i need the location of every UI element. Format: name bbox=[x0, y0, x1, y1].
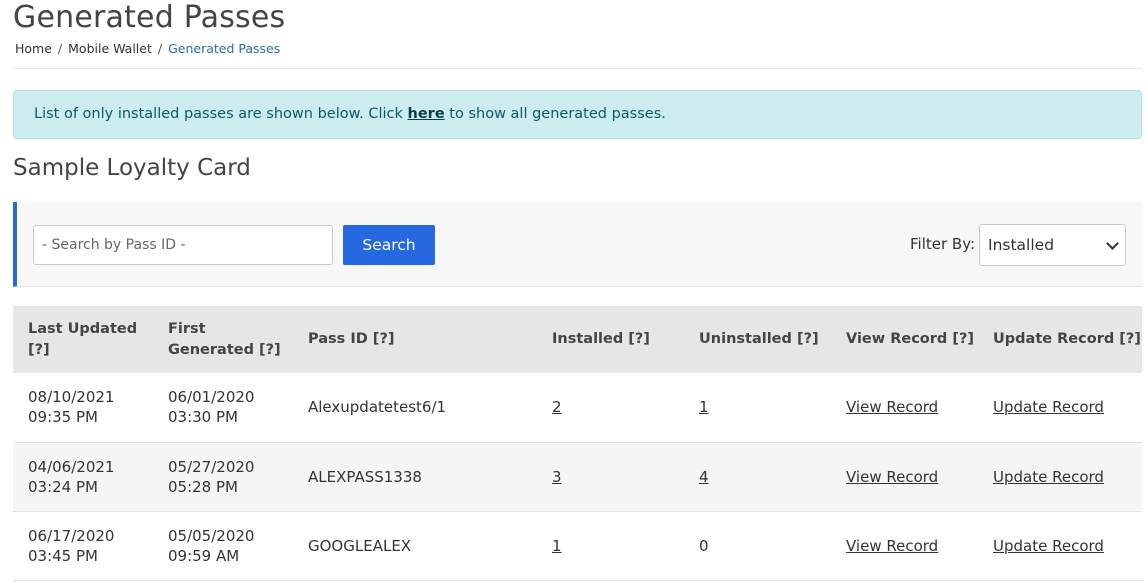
breadcrumb-mobile-wallet[interactable]: Mobile Wallet bbox=[68, 41, 152, 56]
view-record-link[interactable]: View Record bbox=[846, 468, 938, 486]
first-generated-date: 06/01/2020 bbox=[168, 388, 255, 407]
first-generated-cell: 06/01/2020 03:30 PM bbox=[153, 373, 293, 442]
table-row: 04/06/2021 03:24 PM 05/27/2020 05:28 PM AL… bbox=[13, 442, 1142, 511]
view-record-cell: View Record bbox=[831, 511, 978, 580]
first-generated-date: 05/05/2020 bbox=[168, 526, 255, 545]
filter-label: Filter By: bbox=[910, 235, 976, 253]
header-divider bbox=[13, 68, 1142, 69]
first-generated-cell: 05/27/2020 05:28 PM bbox=[153, 442, 293, 511]
show-all-link[interactable]: here bbox=[408, 106, 445, 122]
breadcrumb-home[interactable]: Home bbox=[15, 41, 52, 56]
breadcrumb: Home / Mobile Wallet / Generated Passes bbox=[15, 41, 280, 56]
info-alert: List of only installed passes are shown … bbox=[13, 90, 1142, 139]
table-row: 08/10/2021 09:35 PM 06/01/2020 03:30 PM Al… bbox=[13, 373, 1142, 442]
col-uninstalled[interactable]: Uninstalled [?] bbox=[684, 306, 831, 373]
update-record-link[interactable]: Update Record bbox=[993, 537, 1104, 555]
pass-id-cell: GOOGLEALEX bbox=[308, 536, 412, 555]
breadcrumb-current: Generated Passes bbox=[168, 41, 281, 56]
filter-bar: Search Filter By: Installed bbox=[13, 202, 1142, 287]
view-record-link[interactable]: View Record bbox=[846, 537, 938, 555]
view-record-cell: View Record bbox=[831, 373, 978, 442]
filter-select-value: Installed bbox=[988, 236, 1055, 254]
installed-cell: 1 bbox=[537, 511, 684, 580]
first-generated-time: 05:28 PM bbox=[168, 477, 238, 496]
uninstalled-count-link[interactable]: 1 bbox=[699, 398, 709, 416]
col-pass-id[interactable]: Pass ID [?] bbox=[293, 306, 537, 373]
uninstalled-count-link[interactable]: 4 bbox=[699, 468, 709, 486]
passes-table: Last Updated [?] First Generated [?] Pas… bbox=[13, 306, 1142, 581]
last-updated-date: 08/10/2021 bbox=[28, 388, 115, 407]
col-last-updated[interactable]: Last Updated [?] bbox=[13, 306, 153, 373]
update-record-link[interactable]: Update Record bbox=[993, 398, 1104, 416]
pass-id-cell: ALEXPASS1338 bbox=[308, 467, 422, 486]
uninstalled-cell: 4 bbox=[684, 442, 831, 511]
installed-cell: 2 bbox=[537, 373, 684, 442]
col-update-record[interactable]: Update Record [?] bbox=[978, 306, 1142, 373]
chevron-down-icon bbox=[1106, 236, 1119, 250]
filter-select[interactable]: Installed bbox=[979, 224, 1126, 266]
update-record-link[interactable]: Update Record bbox=[993, 468, 1104, 486]
first-generated-date: 05/27/2020 bbox=[168, 457, 255, 476]
uninstalled-cell: 0 bbox=[699, 536, 709, 555]
search-button[interactable]: Search bbox=[343, 225, 435, 265]
col-first-generated[interactable]: First Generated [?] bbox=[153, 306, 293, 373]
last-updated-date: 06/17/2020 bbox=[28, 526, 115, 545]
update-record-cell: Update Record bbox=[978, 511, 1142, 580]
col-view-record[interactable]: View Record [?] bbox=[831, 306, 978, 373]
breadcrumb-separator: / bbox=[157, 41, 163, 56]
installed-count-link[interactable]: 3 bbox=[552, 468, 562, 486]
last-updated-time: 03:24 PM bbox=[28, 477, 98, 496]
pass-id-cell: Alexupdatetest6/1 bbox=[308, 398, 447, 417]
last-updated-cell: 04/06/2021 03:24 PM bbox=[13, 442, 153, 511]
alert-text-before: List of only installed passes are shown … bbox=[34, 106, 408, 122]
alert-text-after: to show all generated passes. bbox=[444, 106, 666, 122]
update-record-cell: Update Record bbox=[978, 442, 1142, 511]
uninstalled-cell: 1 bbox=[684, 373, 831, 442]
first-generated-time: 03:30 PM bbox=[168, 408, 238, 427]
breadcrumb-separator: / bbox=[57, 41, 63, 56]
last-updated-cell: 08/10/2021 09:35 PM bbox=[13, 373, 153, 442]
table-header-row: Last Updated [?] First Generated [?] Pas… bbox=[13, 306, 1142, 373]
last-updated-time: 09:35 PM bbox=[28, 408, 98, 427]
update-record-cell: Update Record bbox=[978, 373, 1142, 442]
first-generated-cell: 05/05/2020 09:59 AM bbox=[153, 511, 293, 580]
last-updated-cell: 06/17/2020 03:45 PM bbox=[13, 511, 153, 580]
col-installed[interactable]: Installed [?] bbox=[537, 306, 684, 373]
search-input[interactable] bbox=[33, 225, 333, 265]
last-updated-date: 04/06/2021 bbox=[28, 457, 115, 476]
page-title: Generated Passes bbox=[13, 0, 286, 35]
section-title: Sample Loyalty Card bbox=[13, 155, 251, 181]
installed-count-link[interactable]: 1 bbox=[552, 537, 562, 555]
view-record-cell: View Record bbox=[831, 442, 978, 511]
last-updated-time: 03:45 PM bbox=[28, 546, 98, 565]
installed-cell: 3 bbox=[537, 442, 684, 511]
first-generated-time: 09:59 AM bbox=[168, 546, 240, 565]
table-row: 06/17/2020 03:45 PM 05/05/2020 09:59 AM GO… bbox=[13, 511, 1142, 580]
view-record-link[interactable]: View Record bbox=[846, 398, 938, 416]
installed-count-link[interactable]: 2 bbox=[552, 398, 562, 416]
